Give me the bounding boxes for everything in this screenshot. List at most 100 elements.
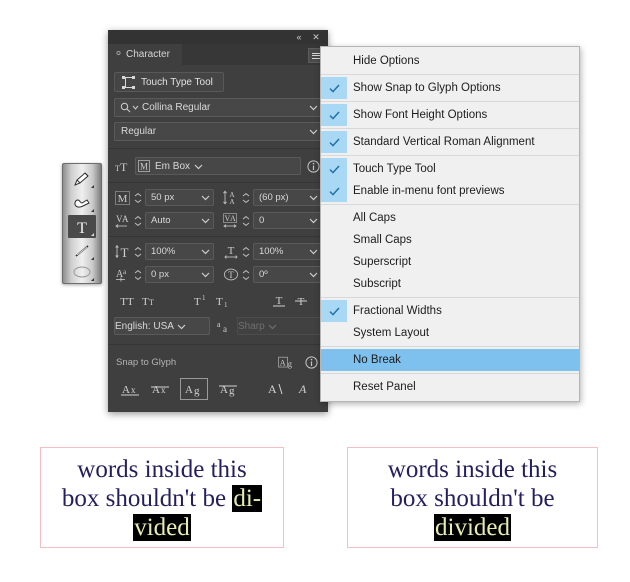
svg-text:a: a [123,268,127,276]
horizontal-scale-control[interactable]: T 100% [222,243,322,260]
kerning-stepper[interactable] [134,213,142,228]
menu-item[interactable]: Enable in-menu font previews [321,180,579,202]
chevron-down-icon[interactable] [265,323,281,330]
sample-left-line-2-plain: box shouldn't be [61,485,233,512]
chevron-down-icon[interactable] [174,323,190,330]
vertical-scale-field[interactable]: 100% [145,243,214,260]
svg-text:x: x [131,385,136,395]
baseline-shift-icon: Aa [114,266,131,283]
kerning-field[interactable]: Auto [145,212,214,229]
leading-control[interactable]: AA (60 px) [222,189,322,206]
font-style-field[interactable]: Regular [114,122,322,141]
font-size-field[interactable]: 50 px [145,189,214,206]
svg-text:T: T [298,296,305,308]
sample-left-line-3-selection: vided [133,514,191,541]
horizontal-scale-stepper[interactable] [242,244,250,259]
menu-item[interactable]: Superscript [321,251,579,273]
underline-button[interactable]: T [268,292,290,310]
subscript-button[interactable]: T1 [212,292,234,310]
character-rotation-stepper[interactable] [242,267,250,282]
menu-divider [321,101,579,102]
collapse-icon[interactable]: « [292,31,306,43]
baseline-shift-control[interactable]: Aa 0 px [114,266,214,283]
kerning-control[interactable]: VA Auto [114,212,214,229]
menu-item[interactable]: Touch Type Tool [321,158,579,180]
font-height-reference-row: TT M Em Box [114,157,322,175]
chevron-down-icon[interactable] [305,104,321,111]
horizontal-scale-field[interactable]: 100% [253,243,322,260]
tracking-control[interactable]: VA 0 [222,212,322,229]
menu-item[interactable]: No Break [321,349,579,371]
snap-angle-icon[interactable]: Ag [214,378,244,400]
character-rotation-control[interactable]: T 0º [222,266,322,283]
strikethrough-button[interactable]: T [290,292,312,310]
language-value: English: USA [115,320,174,332]
chevron-down-icon[interactable] [305,248,321,255]
menu-item[interactable]: Hide Options [321,50,579,72]
menu-item[interactable]: System Layout [321,322,579,344]
svg-text:T: T [142,296,149,308]
baseline-shift-field[interactable]: 0 px [145,266,214,283]
text-sample-nobreak[interactable]: words inside this box shouldn't be divid… [347,447,598,548]
snap-x-height-icon[interactable]: Ax [146,378,176,400]
menu-item[interactable]: Show Font Height Options [321,104,579,126]
font-height-reference-field[interactable]: M Em Box [135,157,301,175]
checkmark-icon [321,180,347,202]
chevron-down-icon[interactable] [305,271,321,278]
character-rotation-field[interactable]: 0º [253,266,322,283]
character-rotation-value: 0º [259,269,268,280]
menu-item[interactable]: Small Caps [321,229,579,251]
superscript-button[interactable]: T1 [190,292,212,310]
snap-em-box-icon[interactable]: Ag [180,378,208,400]
snap-preview-icon[interactable]: Ag [278,354,295,371]
menu-item[interactable]: Show Snap to Glyph Options [321,77,579,99]
chevron-down-icon[interactable] [190,163,206,170]
info-icon[interactable] [303,354,320,371]
chevron-down-icon[interactable] [305,217,321,224]
touch-type-tool-button[interactable]: Touch Type Tool [114,72,224,92]
tools-panel[interactable]: T [62,163,102,284]
text-sample-divided[interactable]: words inside this box shouldn't be di- v… [40,447,284,548]
svg-text:T: T [149,298,154,307]
chevron-down-icon[interactable] [305,128,321,135]
leading-stepper[interactable] [242,190,250,205]
tab-character[interactable]: Character [108,44,182,65]
chevron-down-icon[interactable] [197,217,213,224]
menu-item[interactable]: Reset Panel [321,376,579,398]
vertical-scale-control[interactable]: T 100% [114,243,214,260]
small-caps-button[interactable]: TT [138,292,160,310]
chevron-down-icon[interactable] [197,194,213,201]
chevron-down-icon[interactable] [197,271,213,278]
font-size-control[interactable]: M 50 px [114,189,214,206]
menu-item[interactable]: Standard Vertical Roman Alignment [321,131,579,153]
menu-item[interactable]: All Caps [321,207,579,229]
chevron-down-icon[interactable] [305,194,321,201]
chevron-down-icon[interactable] [197,248,213,255]
snap-baseline-icon[interactable]: Ax [116,378,146,400]
anti-aliasing-field[interactable]: Sharp [237,317,322,335]
tracking-stepper[interactable] [242,213,250,228]
all-caps-button[interactable]: TT [116,292,138,310]
close-icon[interactable]: ✕ [309,31,323,43]
font-family-field[interactable]: Collina Regular [114,98,322,117]
ellipse-tool[interactable] [68,260,96,283]
font-height-icon: TT [114,158,131,175]
menu-item[interactable]: Subscript [321,273,579,295]
baseline-shift-stepper[interactable] [134,267,142,282]
snap-stem-icon[interactable]: A [260,378,290,400]
leading-field[interactable]: (60 px) [253,189,322,206]
vertical-scale-stepper[interactable] [134,244,142,259]
language-field[interactable]: English: USA [114,317,210,335]
menu-item[interactable]: Fractional Widths [321,300,579,322]
line-segment-tool[interactable] [68,239,96,262]
vertical-scale-icon: T [114,243,131,260]
font-size-stepper[interactable] [134,190,142,205]
panel-flyout-menu[interactable]: Hide Options Show Snap to Glyph Options Sh… [320,46,580,402]
type-tool[interactable]: T [68,215,96,238]
svg-text:a: a [217,320,221,329]
tracking-field[interactable]: 0 [253,212,322,229]
font-search-icon[interactable] [115,102,139,113]
pencil-tool[interactable] [68,167,96,190]
snap-italic-icon[interactable]: A [290,378,320,400]
blob-brush-tool[interactable] [68,191,96,214]
